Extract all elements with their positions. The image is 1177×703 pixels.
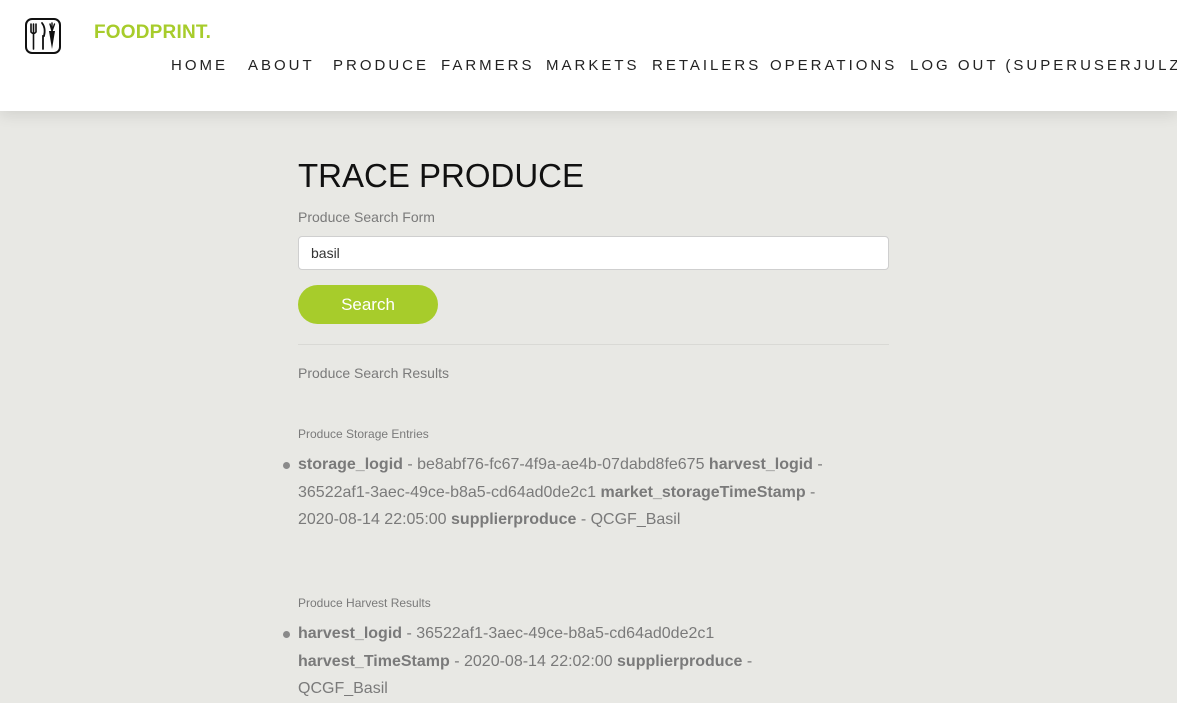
field-key: supplierproduce <box>617 652 743 670</box>
nav-item-produce[interactable]: PRODUCE <box>333 57 429 74</box>
site-header: FOODPRINT. HOME ABOUT PRODUCE FARMERS MA… <box>0 0 1177 111</box>
search-input[interactable] <box>298 236 889 270</box>
fork-knife-carrot-icon[interactable] <box>25 18 61 54</box>
field-key: supplierproduce <box>451 511 577 528</box>
field-value: - QCGF_Basil <box>576 511 681 528</box>
field-value: - 36522af1-3aec-49ce-b8a5-cd64ad0de2c1 <box>402 625 715 642</box>
nav-item-home[interactable]: HOME <box>171 57 228 74</box>
list-item: harvest_logid - 36522af1-3aec-49ce-b8a5-… <box>283 620 843 703</box>
nav-item-farmers[interactable]: FARMERS <box>441 57 535 74</box>
bullet-dot-icon <box>283 462 290 469</box>
list-item: storage_logid - be8abf76-fc67-4f9a-ae4b-… <box>283 451 843 534</box>
brand-name[interactable]: FOODPRINT. <box>94 22 211 44</box>
search-button[interactable]: Search <box>298 285 438 324</box>
field-key: storage_logid <box>298 456 403 473</box>
field-value: - be8abf76-fc67-4f9a-ae4b-07dabd8fe675 <box>402 456 709 473</box>
page-title: TRACE PRODUCE <box>298 157 585 194</box>
harvest-results-heading: Produce Harvest Results <box>298 596 431 610</box>
storage-entries-heading: Produce Storage Entries <box>298 427 429 441</box>
field-key: harvest_logid <box>298 625 403 642</box>
nav-item-markets[interactable]: MARKETS <box>546 57 640 74</box>
divider <box>298 344 889 345</box>
search-form-label: Produce Search Form <box>298 209 435 225</box>
nav-item-operations[interactable]: OPERATIONS <box>770 57 897 74</box>
nav-item-retailers[interactable]: RETAILERS <box>652 57 761 74</box>
harvest-results-list: harvest_logid - 36522af1-3aec-49ce-b8a5-… <box>283 620 843 703</box>
storage-entries-list: storage_logid - be8abf76-fc67-4f9a-ae4b-… <box>283 451 843 534</box>
bullet-dot-icon <box>283 631 290 638</box>
field-key: market_storageTimeStamp <box>600 483 806 501</box>
field-value: - 2020-08-14 22:02:00 <box>449 652 618 670</box>
field-key: harvest_TimeStamp <box>298 652 450 670</box>
nav-item-logout[interactable]: LOG OUT (SUPERUSERJULZ) <box>910 57 1177 74</box>
field-key: harvest_logid <box>708 456 813 473</box>
results-heading: Produce Search Results <box>298 365 449 381</box>
nav-item-about[interactable]: ABOUT <box>248 57 315 74</box>
